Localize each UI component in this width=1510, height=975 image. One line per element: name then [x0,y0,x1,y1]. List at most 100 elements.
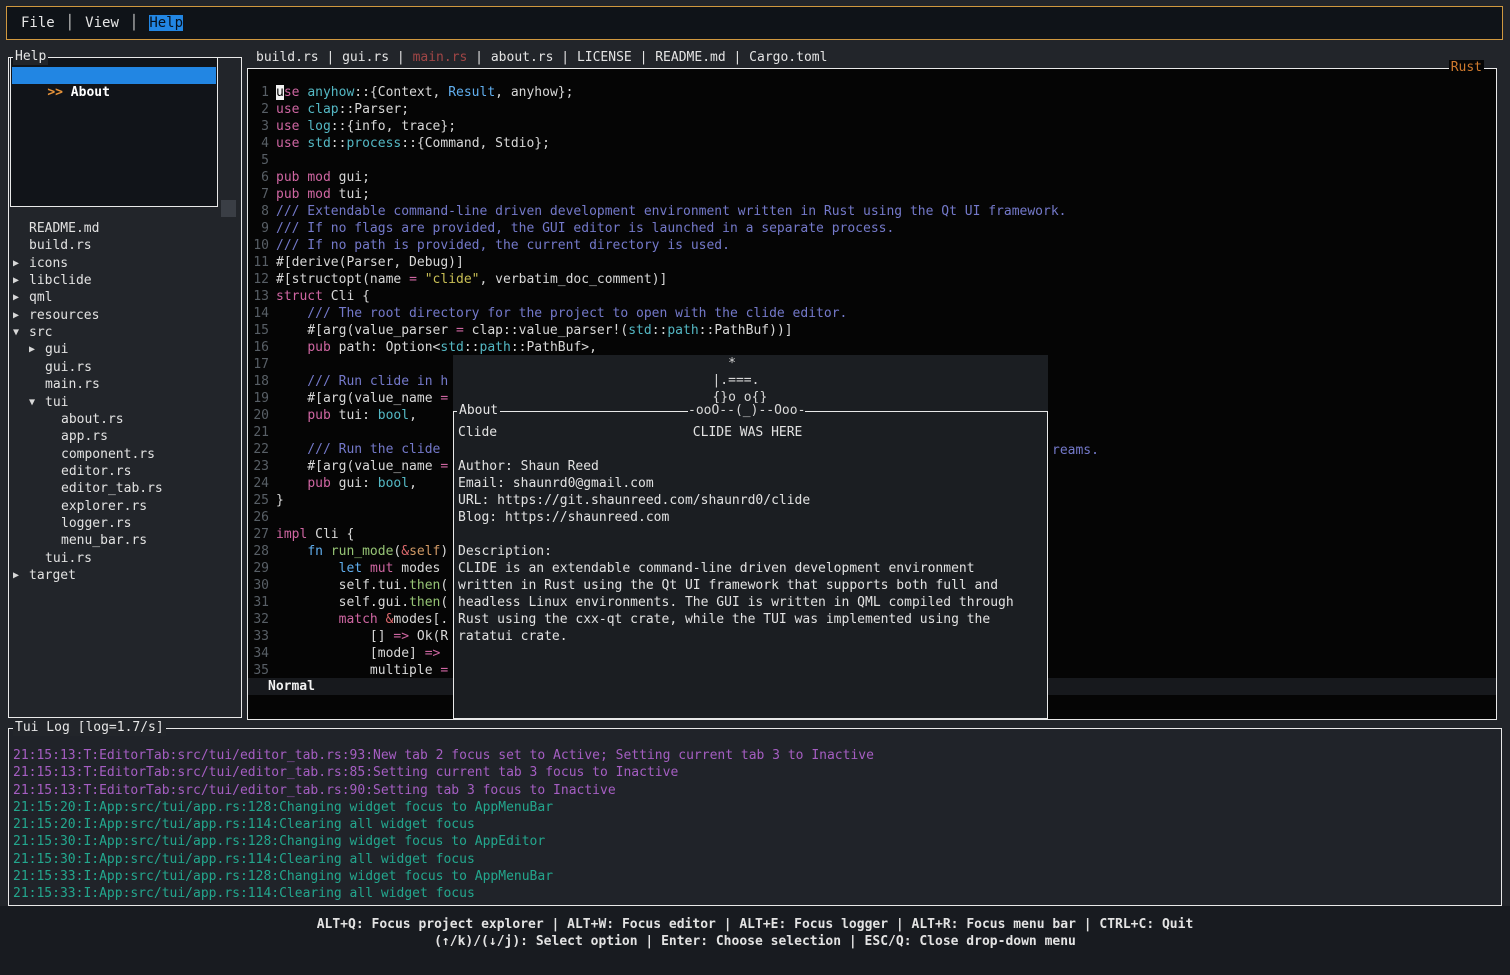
editor-tab-main-rs[interactable]: main.rs [413,50,468,65]
code-text: self.gui.then( [276,594,448,611]
code-text: fn run_mode(&self) [276,543,448,560]
editor-tab-about-rs[interactable]: about.rs [491,50,554,65]
line-number: 3 [248,118,269,135]
log-entry: 21:15:20:I:App:src/tui/app.rs:114:Cleari… [13,816,475,833]
menu-item-view[interactable]: View [85,15,119,31]
tree-item-qml[interactable]: ▶qml [9,289,241,306]
line-number: 4 [248,135,269,152]
code-line22-tail: reams. [1052,442,1099,459]
line-number: 9 [248,220,269,237]
tree-item-icons[interactable]: ▶ icons [9,255,241,272]
chevron-right-icon: ▶ [13,307,19,324]
tree-item-logger-rs[interactable]: logger.rs [9,515,241,532]
code-text: #[arg(value_name = [276,458,448,475]
log-entry: 21:15:33:I:App:src/tui/app.rs:128:Changi… [13,868,553,885]
clide-tui-app: { "menu": { "separator": "│", "items": [… [0,0,1510,975]
tree-item-about-rs[interactable]: about.rs [9,411,241,428]
code-text: struct Cli { [276,288,370,305]
line-number: 6 [248,169,269,186]
line-number: 14 [248,305,269,322]
log-entry: 21:15:13:T:EditorTab:src/tui/editor_tab.… [13,782,616,799]
editor-tab-build-rs[interactable]: build.rs [256,50,319,65]
code-text: } [276,492,284,509]
tree-item-readme-md[interactable]: README.md [9,220,241,237]
code-text: /// If no path is provided, the current … [276,237,730,254]
tree-item-explorer-rs[interactable]: explorer.rs [9,498,241,515]
tree-item-label: component.rs [61,446,155,463]
line-number: 17 [248,356,269,373]
code-text: use std::process::{Command, Stdio}; [276,135,550,152]
tree-item-build-rs[interactable]: build.rs [9,237,241,254]
tree-item-target[interactable]: ▶target [9,567,241,584]
tree-item-label: gui.rs [45,359,92,376]
tree-item-gui[interactable]: ▶gui [9,341,241,358]
language-badge: Rust [1449,60,1484,76]
tree-item-libclide[interactable]: ▶libclide [9,272,241,289]
editor-mode-label: Normal [268,679,315,694]
code-text: pub gui: bool, [276,475,417,492]
tui-log-panel: Tui Log [log=1.7/s] 21:15:13:T:EditorTab… [8,728,1502,906]
tree-item-label: qml [29,289,52,306]
chevron-right-icon: ▶ [13,255,19,272]
line-number: 34 [248,645,269,662]
tree-item-src[interactable]: ▼ src [9,324,241,341]
tree-item-label: libclide [29,272,92,289]
keybinding-hints-line1: ALT+Q: Focus project explorer | ALT+W: F… [0,916,1510,933]
code-text: use log::{info, trace}; [276,118,456,135]
menu-separator: │ [66,15,74,31]
line-number: 7 [248,186,269,203]
help-menu-item-about[interactable]: >> About [12,67,216,84]
editor-tab-license[interactable]: LICENSE [577,50,632,65]
code-text: /// If no flags are provided, the GUI ed… [276,220,894,237]
tree-item-gui-rs[interactable]: gui.rs [9,359,241,376]
line-number: 24 [248,475,269,492]
tree-item-main-rs[interactable]: main.rs [9,376,241,393]
tree-item-label: target [29,567,76,584]
tab-separator: | [726,50,749,65]
code-text: let mut modes [276,560,440,577]
tree-item-tui-rs[interactable]: tui.rs [9,550,241,567]
tree-item-label: main.rs [45,376,100,393]
tree-item-editor-rs[interactable]: editor.rs [9,463,241,480]
line-number: 16 [248,339,269,356]
line-number: 21 [248,424,269,441]
line-number: 30 [248,577,269,594]
chevron-down-icon: ▼ [13,324,19,341]
chevron-down-icon: ▼ [29,394,35,411]
tab-separator: | [553,50,576,65]
tree-item-tui[interactable]: ▼tui [9,394,241,411]
help-item-label: About [71,85,110,100]
code-text: [] => Ok(R [276,628,448,645]
editor-tab-gui-rs[interactable]: gui.rs [342,50,389,65]
code-text: pub mod tui; [276,186,370,203]
editor-tab-readme-md[interactable]: README.md [655,50,725,65]
line-number: 35 [248,662,269,679]
explorer-scrollbar-thumb[interactable] [221,200,236,217]
editor-tab-cargo-toml[interactable]: Cargo.toml [749,50,827,65]
menu-item-help[interactable]: Help [149,15,183,31]
tree-item-resources[interactable]: ▶resources [9,307,241,324]
line-number: 15 [248,322,269,339]
code-text: /// Extendable command-line driven devel… [276,203,1067,220]
line-number: 5 [248,152,269,169]
clide-ascii-art: * |.===. {}o o{} [689,355,767,406]
line-number: 1 [248,84,269,101]
line-number: 18 [248,373,269,390]
tree-item-menu-bar-rs[interactable]: menu_bar.rs [9,532,241,549]
code-text: #[structopt(name = "clide", verbatim_doc… [276,271,667,288]
menu-item-file[interactable]: File [21,15,55,31]
log-entry: 21:15:30:I:App:src/tui/app.rs:128:Changi… [13,833,545,850]
tree-item-label: src [29,324,52,341]
log-entry: 21:15:20:I:App:src/tui/app.rs:128:Changi… [13,799,553,816]
tree-item-component-rs[interactable]: component.rs [9,446,241,463]
tab-separator: | [632,50,655,65]
code-text: self.tui.then( [276,577,448,594]
tab-separator: | [389,50,412,65]
code-text: use clap::Parser; [276,101,409,118]
tree-item-editor-tab-rs[interactable]: editor_tab.rs [9,480,241,497]
tree-item-app-rs[interactable]: app.rs [9,428,241,445]
tree-item-label: icons [29,255,68,272]
about-popup-title: About [457,403,500,419]
log-entry: 21:15:33:I:App:src/tui/app.rs:114:Cleari… [13,885,475,902]
about-popup: * |.===. {}o o{} About -ooO--(_)--Ooo- C… [453,355,1048,719]
